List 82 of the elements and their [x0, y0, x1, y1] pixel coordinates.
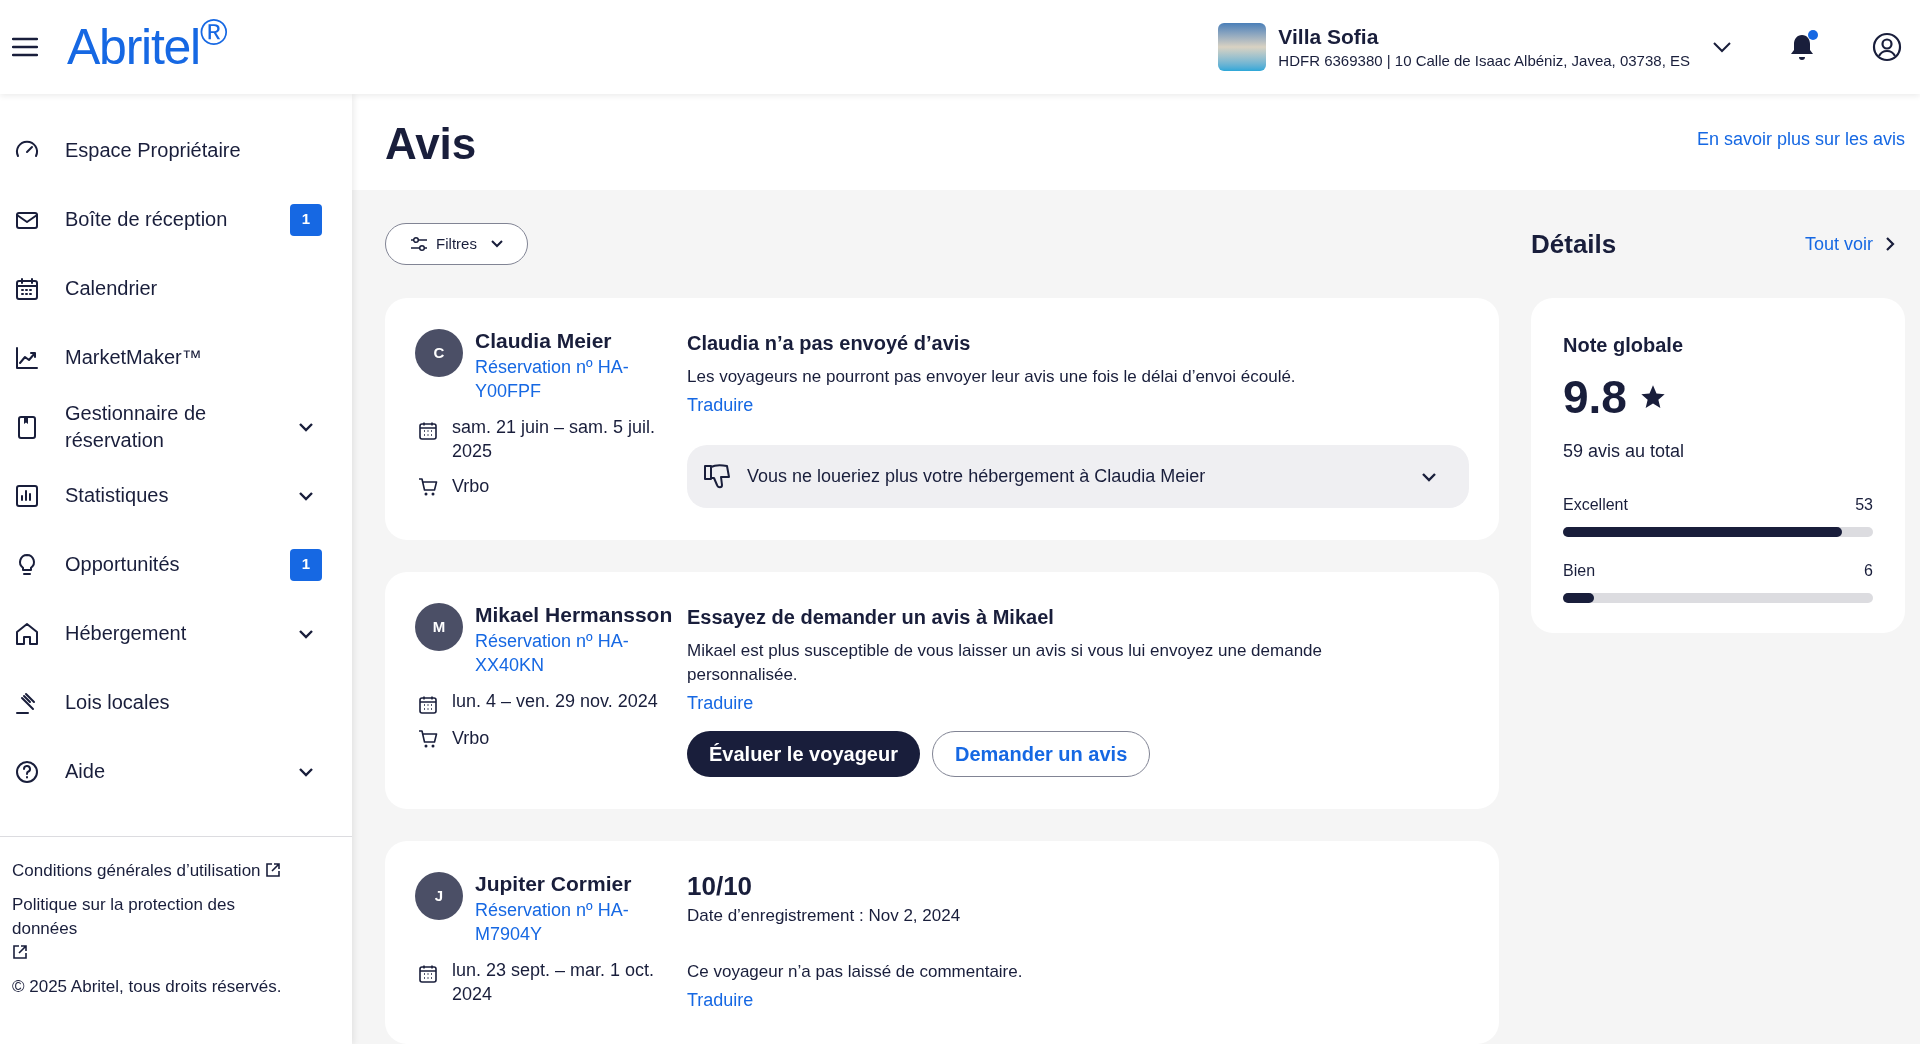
property-name: Villa Sofia [1278, 23, 1380, 50]
copyright-text: © 2025 Abritel, tous droits réservés. [12, 976, 283, 998]
avatar: C [415, 329, 463, 377]
reservation-link[interactable]: Réservation nº HA-XX40KN [475, 629, 645, 677]
sidebar-item[interactable]: Espace Propriétaire [0, 116, 352, 185]
booking-source: Vrbo [452, 727, 490, 750]
guest-name: Claudia Meier [475, 328, 613, 354]
chevron-down-icon[interactable] [298, 766, 314, 777]
sidebar-item[interactable]: Statistiques [0, 461, 352, 530]
guest-name: Jupiter Cormier [475, 871, 633, 897]
calendar-icon [418, 421, 438, 441]
stay-dates: lun. 4 – ven. 29 nov. 2024 [452, 690, 659, 713]
sidebar-item[interactable]: Boîte de réception 1 [0, 185, 352, 254]
home-icon [14, 620, 40, 647]
rating-label: Bien [1563, 561, 1596, 581]
guest-name: Mikael Hermansson [475, 602, 673, 628]
calendar-icon [418, 695, 438, 715]
sidebar-item[interactable]: Lois locales [0, 668, 352, 737]
review-text: Ce voyageur n’a pas laissé de commentaire. [687, 961, 1024, 983]
review-score: 10/10 [687, 870, 754, 902]
rate-guest-button[interactable]: Évaluer le voyageur [687, 731, 920, 777]
calendar-icon [14, 275, 40, 302]
cart-icon [418, 728, 438, 749]
menu-icon[interactable] [12, 37, 38, 57]
avatar: J [415, 872, 463, 920]
external-link-icon[interactable] [265, 862, 282, 878]
chevron-right-icon[interactable] [1885, 236, 1895, 252]
chevron-down-icon[interactable] [298, 628, 314, 639]
sidebar-item[interactable]: Aide [0, 737, 352, 806]
sidebar-item[interactable]: Gestionnaire de réservation [0, 392, 352, 461]
sidebar-item[interactable]: Hébergement [0, 599, 352, 668]
request-review-button[interactable]: Demander un avis [932, 731, 1151, 777]
rating-count: 53 [1855, 495, 1873, 515]
external-link-icon[interactable] [12, 944, 28, 960]
chevron-down-icon [1421, 471, 1437, 482]
bar-chart-icon [14, 482, 40, 509]
translate-link[interactable]: Traduire [687, 988, 754, 1012]
review-status-text: Les voyageurs ne pourront pas envoyer leur avis une fois le délai d’envoi écoulé. [687, 366, 1297, 388]
help-icon [14, 758, 40, 785]
thumbs-down-icon [703, 462, 733, 491]
chevron-down-icon [490, 240, 503, 248]
notification-bell-icon[interactable] [1788, 32, 1816, 62]
cart-icon [418, 476, 438, 497]
count-badge: 1 [290, 203, 322, 236]
filters-button[interactable]: Filtres [385, 223, 528, 265]
count-badge: 1 [290, 548, 322, 581]
photo-placeholder [1218, 23, 1267, 71]
review-status-text: Mikael est plus susceptible de vous laisser un avis si vous lui envoyez une demande personnalisée. [687, 640, 1323, 686]
property-address: HDFR 6369380 | 10 Calle de Isaac Albéniz, Javea, 03738, ES [1278, 51, 1690, 71]
learn-more-link[interactable]: En savoir plus sur les avis [1696, 126, 1905, 153]
sidebar-item[interactable]: Calendrier [0, 254, 352, 323]
review-date: Date d’enregistrement : Nov 2, 2024 [687, 905, 962, 927]
reservation-link[interactable]: Réservation nº HA-Y00FPF [475, 355, 645, 403]
rating-label: Excellent [1563, 495, 1628, 515]
overall-rating-label: Note globale [1563, 333, 1684, 358]
translate-link[interactable]: Traduire [687, 691, 754, 715]
stay-dates: lun. 23 sept. – mar. 1 oct. 2024 [452, 959, 656, 1006]
review-status-title: Essayez de demander un avis à Mikael [687, 605, 1055, 630]
review-total: 59 avis au total [1563, 440, 1686, 463]
page-title: Avis [385, 122, 477, 166]
feedback-dropdown[interactable]: Vous ne loueriez plus votre hébergement à Claudia Meier [687, 445, 1469, 508]
chevron-down-icon[interactable] [1712, 41, 1732, 53]
footer-link[interactable]: Conditions générales d’utilisation [12, 859, 261, 883]
sidebar-item[interactable]: Opportunités 1 [0, 530, 352, 599]
see-all-link[interactable]: Tout voir [1804, 230, 1873, 258]
sidebar-item[interactable]: MarketMaker™ [0, 323, 352, 392]
sliders-icon [410, 236, 429, 252]
trend-chart-icon [14, 344, 40, 371]
rating-count: 6 [1864, 561, 1873, 581]
details-heading: Détails [1531, 227, 1617, 261]
overall-score: 9.8 [1563, 374, 1627, 420]
avatar: M [415, 603, 463, 651]
reservation-link[interactable]: Réservation nº HA-M7904Y [475, 898, 645, 946]
account-icon[interactable] [1872, 32, 1902, 62]
chevron-down-icon[interactable] [298, 421, 314, 432]
calendar-icon [418, 964, 438, 984]
booking-source: Vrbo [452, 475, 490, 498]
review-status-title: Claudia n’a pas envoyé d’avis [687, 331, 972, 356]
translate-link[interactable]: Traduire [687, 393, 754, 417]
footer-link[interactable]: Politique sur la protection des données [12, 893, 282, 941]
chevron-down-icon[interactable] [298, 490, 314, 501]
stay-dates: sam. 21 juin – sam. 5 juil. 2025 [452, 416, 657, 463]
